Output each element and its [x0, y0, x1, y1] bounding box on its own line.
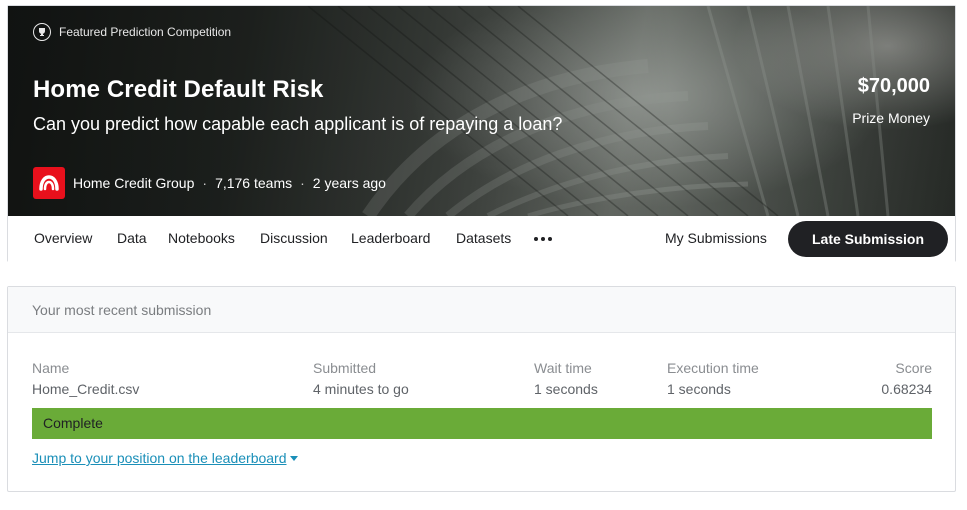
submission-submitted: Submitted 4 minutes to go — [313, 360, 409, 397]
score-label: Score — [895, 360, 932, 376]
featured-label: Featured Prediction Competition — [59, 25, 232, 39]
wait-time-label: Wait time — [534, 360, 592, 376]
wait-time-value: 1 seconds — [534, 381, 598, 397]
tab-overview[interactable]: Overview — [34, 230, 92, 246]
tab-data[interactable]: Data — [117, 230, 147, 246]
competition-header: Featured Prediction Competition Home Cre… — [7, 5, 956, 262]
submission-wait-time: Wait time 1 seconds — [534, 360, 598, 397]
trophy-icon — [33, 23, 51, 41]
host-name[interactable]: Home Credit Group — [73, 175, 194, 191]
tab-notebooks[interactable]: Notebooks — [168, 230, 235, 246]
host-info: Home Credit Group · 7,176 teams · 2 year… — [33, 166, 386, 200]
submitted-value: 4 minutes to go — [313, 381, 409, 397]
execution-time-label: Execution time — [667, 360, 759, 376]
more-horizontal-icon[interactable] — [534, 237, 552, 241]
late-submission-button[interactable]: Late Submission — [788, 221, 948, 257]
caret-down-icon[interactable] — [289, 455, 298, 461]
submission-score: Score 0.68234 — [881, 360, 932, 397]
prize-amount: $70,000 — [857, 75, 930, 97]
submission-status-bar: Complete — [32, 408, 932, 439]
competition-banner: Featured Prediction Competition Home Cre… — [8, 6, 955, 216]
competition-tabs: Overview Data Notebooks Discussion Leade… — [8, 216, 955, 262]
tab-leaderboard[interactable]: Leaderboard — [351, 230, 430, 246]
competition-title: Home Credit Default Risk — [33, 76, 324, 103]
competition-age: 2 years ago — [312, 175, 386, 191]
submission-card-header: Your most recent submission — [8, 287, 955, 333]
name-value: Home_Credit.csv — [32, 381, 140, 397]
competition-subtitle: Can you predict how capable each applica… — [33, 114, 563, 134]
host-logo-icon[interactable] — [33, 167, 65, 199]
recent-submission-card: Your most recent submission Name Home_Cr… — [7, 286, 956, 492]
submission-name: Name Home_Credit.csv — [32, 360, 139, 397]
my-submissions-link[interactable]: My Submissions — [665, 230, 767, 246]
jump-to-leaderboard-link[interactable]: Jump to your position on the leaderboard — [32, 450, 298, 466]
team-count: 7,176 teams — [215, 175, 293, 191]
submitted-label: Submitted — [313, 360, 377, 376]
submission-execution-time: Execution time 1 seconds — [667, 360, 759, 397]
name-label: Name — [32, 360, 70, 376]
tab-discussion[interactable]: Discussion — [260, 230, 328, 246]
execution-time-value: 1 seconds — [667, 381, 731, 397]
score-value: 0.68234 — [881, 381, 932, 397]
prize-label: Prize Money — [852, 110, 930, 126]
tab-datasets[interactable]: Datasets — [456, 230, 511, 246]
jump-link-label[interactable]: Jump to your position on the leaderboard — [32, 450, 287, 466]
featured-badge: Featured Prediction Competition — [33, 22, 231, 42]
